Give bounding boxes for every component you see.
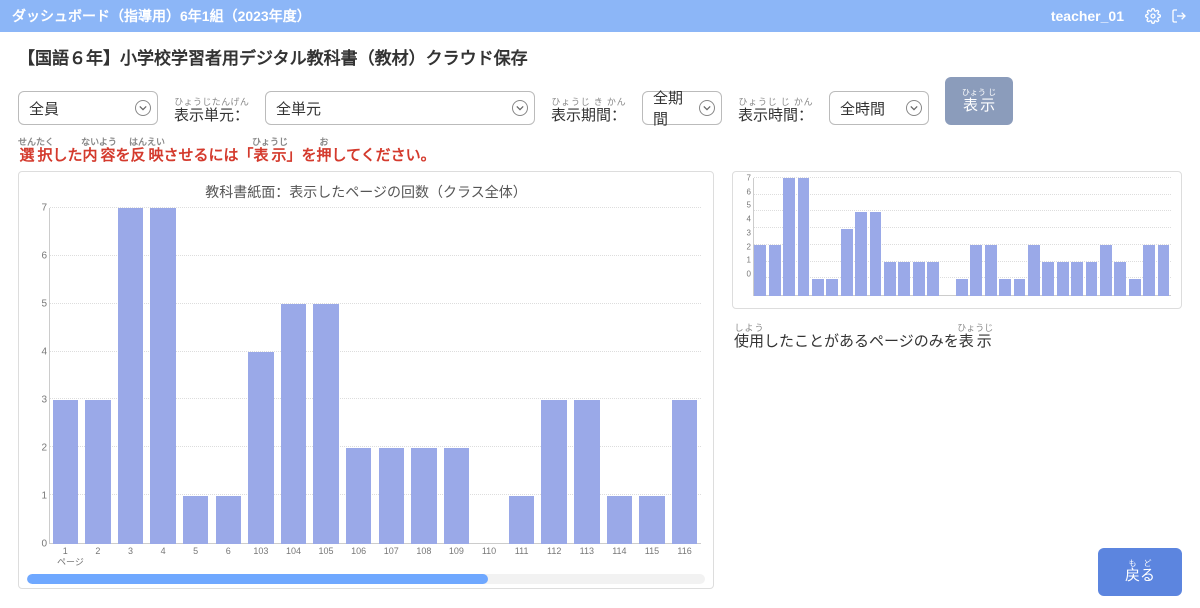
member-select[interactable]: 全員: [18, 91, 158, 125]
app-title: ダッシュボード（指導用）6年1組（2023年度）: [12, 6, 1051, 26]
bar[interactable]: [509, 496, 534, 544]
chart-title: 教科書紙面：表示したページの回数（クラス全体）: [19, 182, 713, 202]
current-user: teacher_01: [1051, 8, 1124, 24]
bar[interactable]: [639, 496, 664, 544]
main-chart[interactable]: 01234567 1234561031041051061071081091101…: [27, 208, 705, 572]
bar[interactable]: [672, 400, 697, 544]
chevron-down-icon: [135, 100, 151, 116]
unit-select-value: 全単元: [276, 98, 321, 119]
period-select[interactable]: 全期間: [642, 91, 722, 125]
x-axis-label: ページ: [57, 555, 84, 568]
time-select-value: 全時間: [840, 98, 885, 119]
bar[interactable]: [53, 400, 78, 544]
member-select-value: 全員: [29, 98, 59, 119]
overview-chart-panel[interactable]: 01234567: [732, 171, 1182, 309]
bar[interactable]: [346, 448, 371, 544]
bar[interactable]: [574, 400, 599, 544]
chevron-down-icon: [699, 100, 715, 116]
logout-icon[interactable]: [1170, 7, 1188, 25]
show-button[interactable]: 表示ひょう じ: [945, 77, 1013, 125]
filter-row: 全員 表示単元：ひょうじたんげん 全単元 表示期間：ひょうじ き かん 全期間 …: [18, 77, 1182, 125]
chevron-down-icon: [906, 100, 922, 116]
bar[interactable]: [281, 304, 306, 544]
bar[interactable]: [411, 448, 436, 544]
bar[interactable]: [248, 352, 273, 544]
instruction-text: 選択せんたくした内容ないようを反映はんえいさせるには「表示ひょうじ」を押おしてく…: [18, 137, 1182, 165]
bar[interactable]: [85, 400, 110, 544]
chart-scrollbar[interactable]: [27, 574, 705, 584]
bar[interactable]: [607, 496, 632, 544]
unit-select[interactable]: 全単元: [265, 91, 535, 125]
unit-label: 表示単元：ひょうじたんげん: [174, 97, 249, 125]
page-title: 【国語６年】小学校学習者用デジタル教科書（教材）クラウド保存: [18, 44, 1182, 69]
main-chart-panel: 教科書紙面：表示したページの回数（クラス全体） 01234567 1234561…: [18, 171, 714, 589]
time-select[interactable]: 全時間: [829, 91, 929, 125]
settings-icon[interactable]: [1144, 7, 1162, 25]
time-label: 表示時間：ひょうじ じ かん: [738, 97, 813, 125]
bar[interactable]: [118, 208, 143, 544]
period-label: 表示期間：ひょうじ き かん: [551, 97, 626, 125]
bar[interactable]: [541, 400, 566, 544]
chevron-down-icon: [512, 100, 528, 116]
bar[interactable]: [379, 448, 404, 544]
bar[interactable]: [444, 448, 469, 544]
period-select-value: 全期間: [653, 87, 693, 129]
overview-note: 使用しようしたことがあるページのみを表示ひょうじ: [734, 323, 1182, 351]
bar[interactable]: [216, 496, 241, 544]
app-header: ダッシュボード（指導用）6年1組（2023年度） teacher_01: [0, 0, 1200, 32]
back-button[interactable]: 戻るもど: [1098, 548, 1182, 596]
bar[interactable]: [313, 304, 338, 544]
bar[interactable]: [183, 496, 208, 544]
bar[interactable]: [150, 208, 175, 544]
